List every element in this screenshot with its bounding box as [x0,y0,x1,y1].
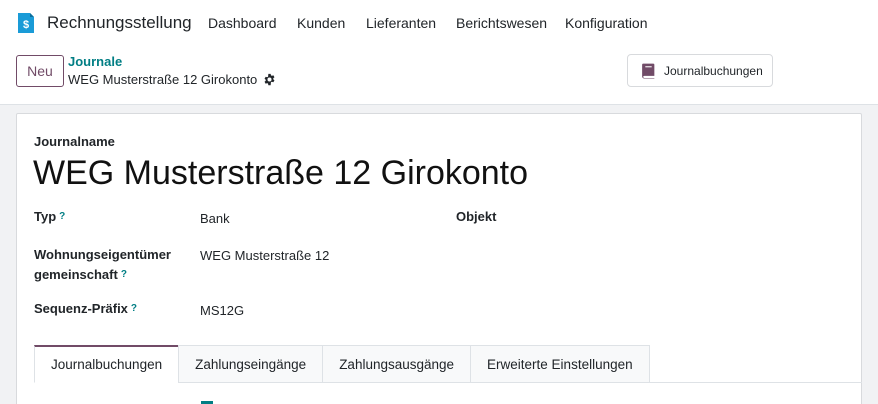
new-button[interactable]: Neu [16,55,64,87]
invoicing-app-icon[interactable]: $ [15,12,35,34]
form-sheet: Journalname WEG Musterstraße 12 Girokont… [16,113,862,404]
type-help-icon[interactable]: ? [59,211,65,222]
top-navbar: $ Rechnungsstellung Dashboard Kunden Lie… [0,0,878,46]
breadcrumb-current-label: WEG Musterstraße 12 Girokonto [68,72,258,87]
community-help-icon[interactable]: ? [121,269,127,280]
book-icon [642,63,655,79]
tab-zahlungsausgaenge[interactable]: Zahlungsausgänge [322,345,471,383]
notebook-tabs: Journalbuchungen Zahlungseingänge Zahlun… [34,345,650,383]
svg-text:$: $ [23,19,29,31]
tab-journalbuchungen[interactable]: Journalbuchungen [34,345,179,383]
community-value[interactable]: WEG Musterstraße 12 [200,248,329,263]
prefix-value[interactable]: MS12G [200,303,244,318]
community-label-line1: Wohnungseigentümer [34,247,171,262]
menu-lieferanten[interactable]: Lieferanten [366,15,436,31]
community-label: Wohnungseigentümer gemeinschaft? [34,245,171,285]
prefix-label-text: Sequenz-Präfix [34,301,128,316]
object-label: Objekt [456,209,497,224]
tab-zahlungseingaenge[interactable]: Zahlungseingänge [178,345,323,383]
menu-kunden[interactable]: Kunden [297,15,345,31]
prefix-help-icon[interactable]: ? [131,303,137,314]
menu-dashboard[interactable]: Dashboard [208,15,277,31]
type-value[interactable]: Bank [200,211,230,226]
journal-entries-label: Journalbuchungen [664,63,763,78]
tab-erweiterte-einstellungen[interactable]: Erweiterte Einstellungen [470,345,650,383]
type-label: Typ? [34,207,65,227]
menu-berichtswesen[interactable]: Berichtswesen [456,15,547,31]
type-label-text: Typ [34,209,57,224]
breadcrumb-journale[interactable]: Journale [68,54,122,69]
app-name[interactable]: Rechnungsstellung [47,13,192,33]
prefix-label: Sequenz-Präfix? [34,299,137,319]
journal-name-field[interactable]: WEG Musterstraße 12 Girokonto [33,154,528,193]
control-panel: Neu Journale WEG Musterstraße 12 Girokon… [0,46,878,105]
breadcrumb-current: WEG Musterstraße 12 Girokonto [68,72,276,87]
journal-entries-button[interactable]: Journalbuchungen [627,54,773,87]
gear-icon[interactable] [263,73,276,86]
community-label-line2: gemeinschaft [34,267,118,282]
menu-konfiguration[interactable]: Konfiguration [565,15,648,31]
journal-name-label: Journalname [34,134,115,149]
